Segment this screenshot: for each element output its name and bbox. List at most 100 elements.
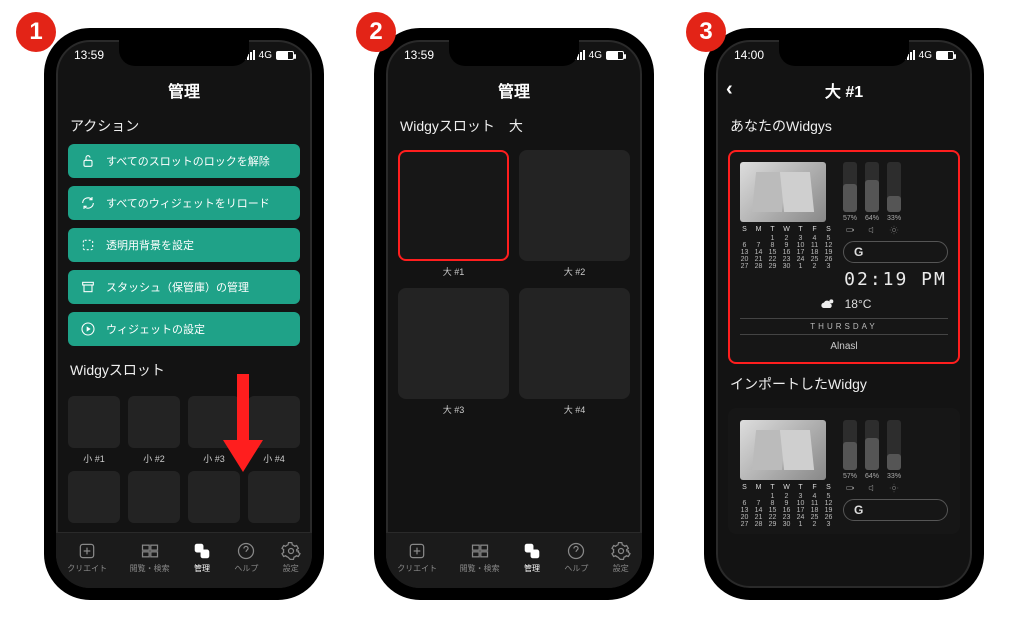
tab-label: ヘルプ xyxy=(564,563,588,574)
tab-label: ヘルプ xyxy=(234,563,258,574)
slider-pct: 33% xyxy=(887,215,901,222)
tab-manage[interactable]: 管理 xyxy=(522,541,542,574)
status-time: 14:00 xyxy=(734,48,764,62)
step-badge-3: 3 xyxy=(686,12,726,52)
network-label: 4G xyxy=(259,50,272,61)
slider-pct: 33% xyxy=(887,473,901,480)
tab-manage[interactable]: 管理 xyxy=(192,541,212,574)
widgy-thumbnail xyxy=(740,420,826,480)
unlock-icon xyxy=(80,153,96,169)
battery-icon xyxy=(276,51,294,60)
slot-large-1[interactable]: 大 #1 xyxy=(398,150,509,278)
widgy-thumbnail xyxy=(740,162,826,222)
action-label: 透明用背景を設定 xyxy=(106,237,194,253)
slot-small-7[interactable] xyxy=(188,471,240,523)
tab-help[interactable]: ヘルプ xyxy=(234,541,258,574)
phone-2: 13:59 4G 管理 Widgyスロット 大 大 #1 大 #2 大 #3 大… xyxy=(374,28,654,600)
tab-label: クリエイト xyxy=(67,563,107,574)
slot-small-5[interactable] xyxy=(68,471,120,523)
search-initial: G xyxy=(854,245,863,259)
set-transparent-bg-button[interactable]: 透明用背景を設定 xyxy=(68,228,300,262)
page-title: ‹ 大 #1 xyxy=(716,70,972,112)
section-your-widgys: あなたのWidgys xyxy=(716,112,972,144)
weather-preview: 18°C xyxy=(740,296,948,312)
page-title: 管理 xyxy=(386,70,642,112)
slot-label: 小 #2 xyxy=(128,452,180,465)
slider-pct: 64% xyxy=(865,215,879,222)
action-label: すべてのウィジェットをリロード xyxy=(106,195,270,211)
cloud-sun-icon xyxy=(817,296,839,312)
step-badge-1: 1 xyxy=(16,12,56,52)
slider-pct: 57% xyxy=(843,473,857,480)
arrow-annotation xyxy=(216,368,270,476)
title-text: 大 #1 xyxy=(825,84,863,101)
volume-icon xyxy=(867,483,877,493)
slot-small-6[interactable] xyxy=(128,471,180,523)
slider-pct: 64% xyxy=(865,473,879,480)
slider-pct: 57% xyxy=(843,215,857,222)
network-label: 4G xyxy=(589,50,602,61)
widgy-card-selected[interactable]: SMTWTFS 12345678910111213141516171819202… xyxy=(728,150,960,364)
slot-small-2[interactable]: 小 #2 xyxy=(128,396,180,465)
slot-small-1[interactable]: 小 #1 xyxy=(68,396,120,465)
phone-3: 14:00 4G ‹ 大 #1 あなたのWidgys SMTWTFS 12345… xyxy=(704,28,984,600)
section-actions: アクション xyxy=(56,112,312,144)
network-label: 4G xyxy=(919,50,932,61)
temp-text: 18°C xyxy=(845,297,872,311)
widget-settings-button[interactable]: ウィジェットの設定 xyxy=(68,312,300,346)
slot-label: 大 #3 xyxy=(443,403,465,416)
page-title: 管理 xyxy=(56,70,312,112)
manage-stash-button[interactable]: スタッシュ（保管庫）の管理 xyxy=(68,270,300,304)
slot-large-2[interactable]: 大 #2 xyxy=(519,150,630,278)
step-badge-2: 2 xyxy=(356,12,396,52)
tab-label: 管理 xyxy=(524,563,540,574)
unlock-all-slots-button[interactable]: すべてのスロットのロックを解除 xyxy=(68,144,300,178)
archive-icon xyxy=(80,279,96,295)
status-time: 13:59 xyxy=(404,48,434,62)
brightness-icon xyxy=(889,225,899,235)
sliders-preview: 57% 64% 33% xyxy=(843,162,948,235)
tab-browse[interactable]: 閲覧・検索 xyxy=(460,541,500,574)
clock-preview: 02:19 PM xyxy=(843,269,948,290)
tab-label: 設定 xyxy=(613,563,629,574)
widgy-name-label: Alnasl xyxy=(740,341,948,352)
tab-create[interactable]: クリエイト xyxy=(397,541,437,574)
notch xyxy=(449,40,579,66)
action-label: すべてのスロットのロックを解除 xyxy=(106,153,270,169)
tab-bar: クリエイト 閲覧・検索 管理 ヘルプ 設定 xyxy=(386,532,642,588)
slot-label: 大 #4 xyxy=(564,403,586,416)
tab-browse[interactable]: 閲覧・検索 xyxy=(130,541,170,574)
action-label: ウィジェットの設定 xyxy=(106,321,205,337)
slot-label: 大 #1 xyxy=(443,265,465,278)
frame-icon xyxy=(80,237,96,253)
notch xyxy=(779,40,909,66)
battery-icon xyxy=(845,225,855,235)
search-preview: G xyxy=(843,499,948,521)
tab-settings[interactable]: 設定 xyxy=(611,541,631,574)
calendar-preview: SMTWTFS 12345678910111213141516171819202… xyxy=(740,484,833,528)
reload-widgets-button[interactable]: すべてのウィジェットをリロード xyxy=(68,186,300,220)
battery-icon xyxy=(606,51,624,60)
widgy-card-imported[interactable]: SMTWTFS 12345678910111213141516171819202… xyxy=(728,408,960,534)
slot-label: 大 #2 xyxy=(564,265,586,278)
tab-create[interactable]: クリエイト xyxy=(67,541,107,574)
sliders-preview: 57% 64% 33% xyxy=(843,420,948,493)
tab-label: 閲覧・検索 xyxy=(460,563,500,574)
slot-small-8[interactable] xyxy=(248,471,300,523)
section-slots: Widgyスロット xyxy=(56,356,312,388)
play-icon xyxy=(80,321,96,337)
search-initial: G xyxy=(854,503,863,517)
action-label: スタッシュ（保管庫）の管理 xyxy=(106,279,249,295)
reload-icon xyxy=(80,195,96,211)
slot-large-4[interactable]: 大 #4 xyxy=(519,288,630,416)
tab-settings[interactable]: 設定 xyxy=(281,541,301,574)
battery-icon xyxy=(845,483,855,493)
dayname-preview: THURSDAY xyxy=(740,318,948,335)
tab-help[interactable]: ヘルプ xyxy=(564,541,588,574)
slot-label: 小 #1 xyxy=(68,452,120,465)
calendar-preview: SMTWTFS 12345678910111213141516171819202… xyxy=(740,226,833,270)
search-preview: G xyxy=(843,241,948,263)
slot-large-3[interactable]: 大 #3 xyxy=(398,288,509,416)
volume-icon xyxy=(867,225,877,235)
back-button[interactable]: ‹ xyxy=(726,78,733,101)
